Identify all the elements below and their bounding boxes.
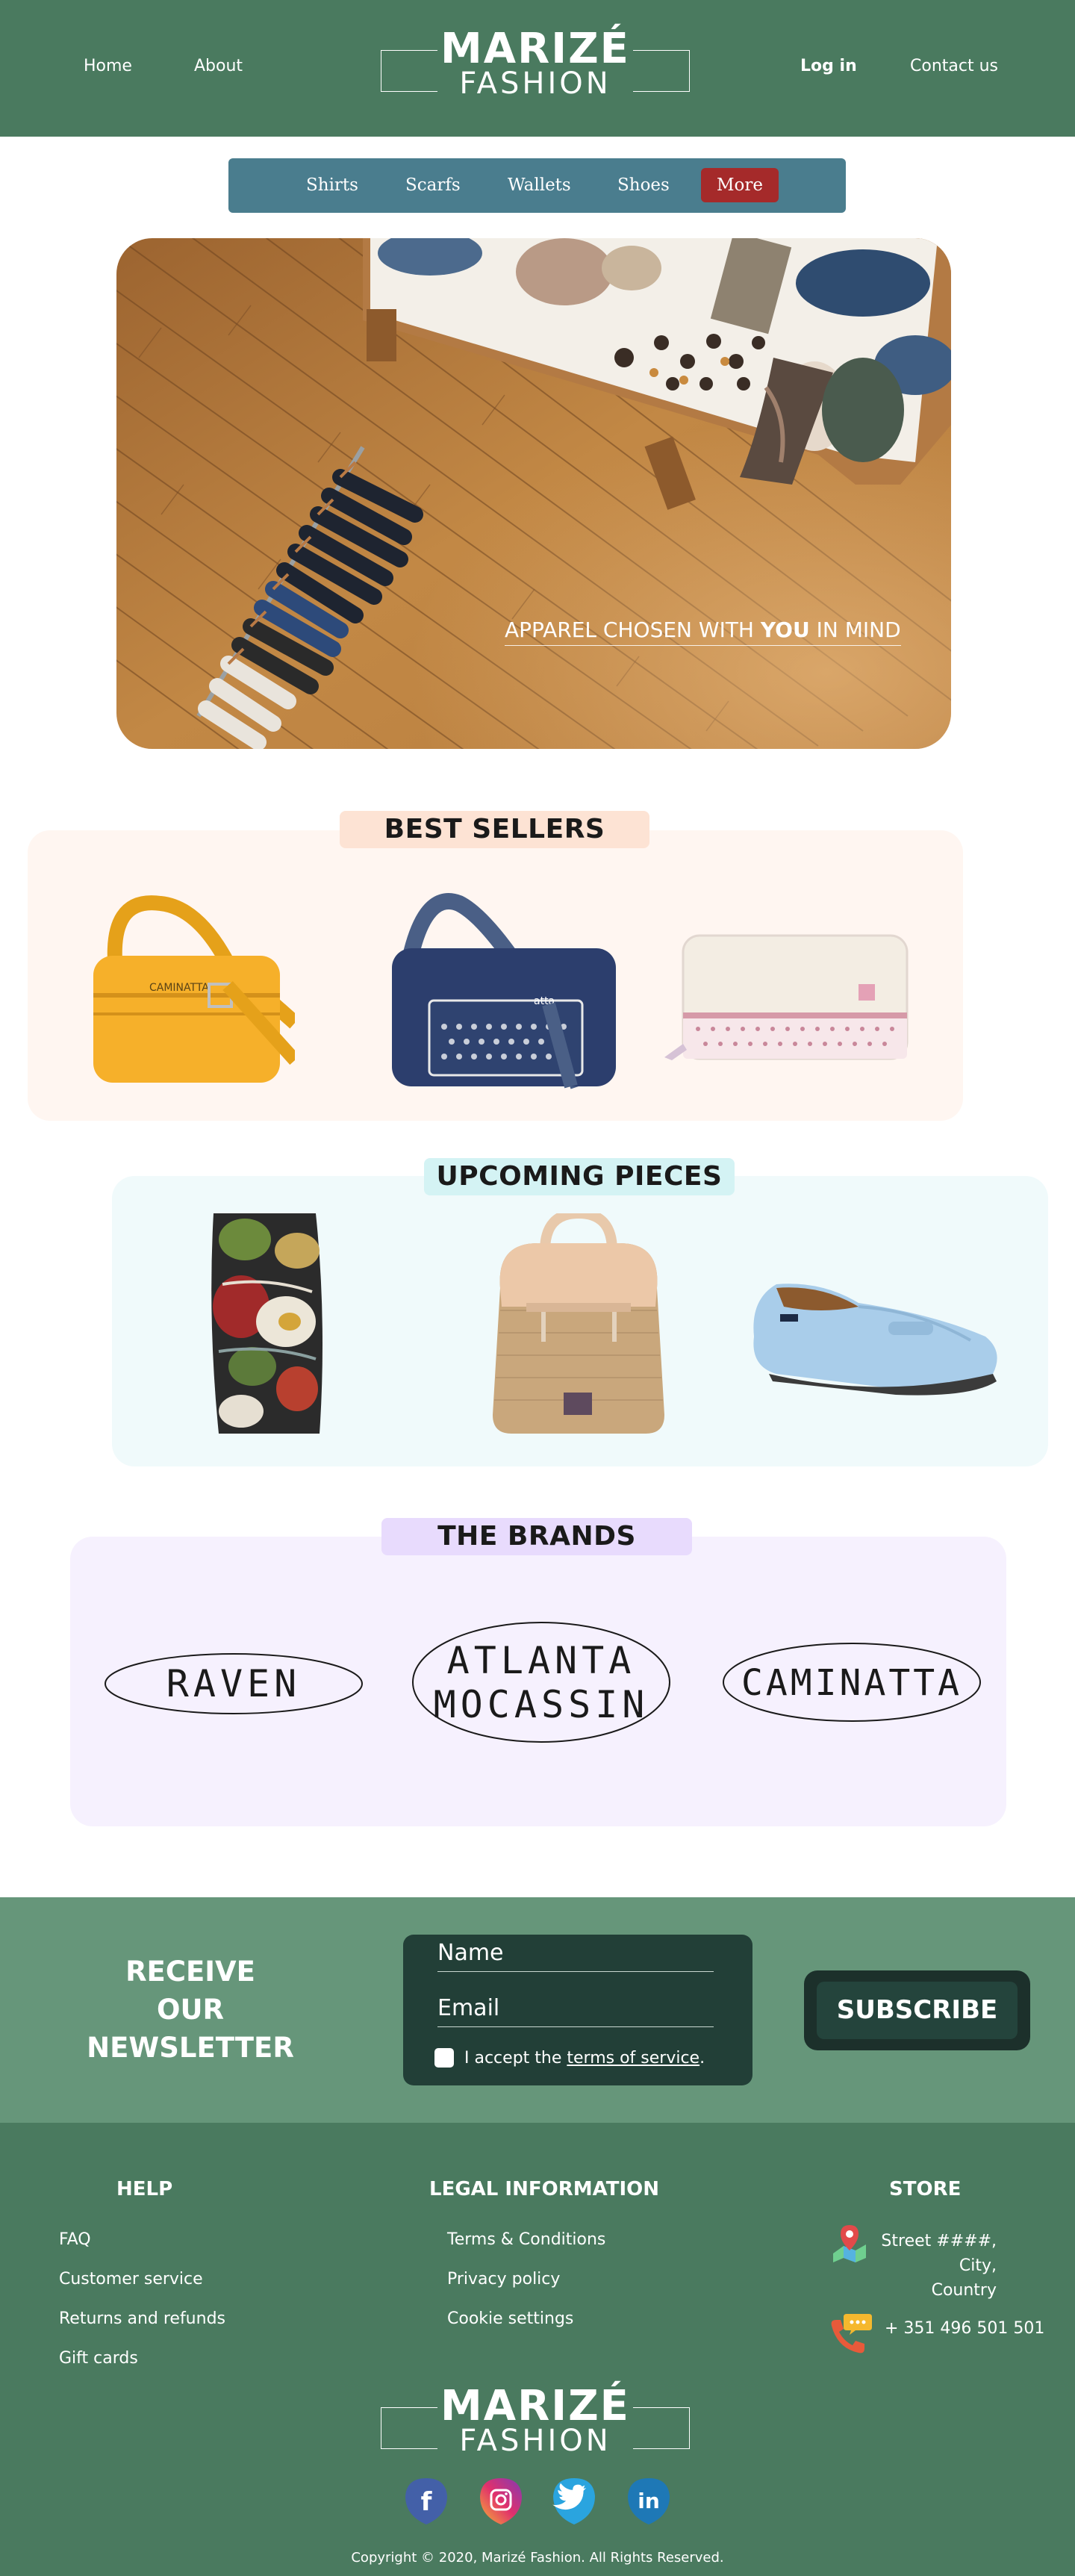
footer-link-privacy[interactable]: Privacy policy	[447, 2270, 560, 2289]
terms-of-service-link[interactable]: terms of service	[567, 2049, 699, 2068]
product-light-blue-loafer[interactable]	[747, 1269, 1004, 1396]
copyright-text: Copyright © 2020, Marizé Fashion. All Ri…	[351, 2550, 724, 2566]
store-address: Street ####, City, Country	[844, 2229, 997, 2303]
footer-logo[interactable]: MARIZÉ FASHION	[381, 2383, 690, 2457]
product-pink-wallet[interactable]	[661, 932, 914, 1070]
newsletter-title-line-1: RECEIVE	[125, 1956, 255, 1988]
newsletter-title-line-3: NEWSLETTER	[87, 2032, 294, 2064]
category-more-button[interactable]: More	[701, 168, 779, 202]
hero-tagline-post: IN MIND	[809, 617, 901, 642]
product-floral-scarf[interactable]	[208, 1210, 327, 1437]
yellow-bag-label: CAMINATTA	[149, 982, 209, 994]
footer-link-gift-cards[interactable]: Gift cards	[59, 2349, 138, 2368]
caminatta-logo-mark: CAMINATTA	[723, 1643, 981, 1722]
category-shoes[interactable]: Shoes	[617, 175, 670, 195]
navy-bag-image: atta	[392, 893, 616, 1089]
newsletter-form: Name Email I accept the terms of service…	[403, 1935, 752, 2085]
svg-text:in: in	[638, 2489, 660, 2513]
newsletter-title-line-2: OUR	[157, 1994, 224, 2026]
subscribe-button[interactable]: SUBSCRIBE	[817, 1982, 1018, 2039]
pink-wallet-image	[664, 934, 909, 1060]
hero-banner: APPAREL CHOSEN WITH YOU IN MIND	[116, 238, 951, 749]
category-scarfs[interactable]: Scarfs	[405, 175, 461, 195]
site-footer: HELP FAQ Customer service Returns and re…	[0, 2123, 1075, 2576]
store-address-city: City,	[959, 2256, 997, 2275]
linkedin-icon[interactable]: in	[622, 2474, 676, 2527]
category-shirts[interactable]: Shirts	[306, 175, 358, 195]
phone-chat-icon	[827, 2312, 872, 2354]
store-address-country: Country	[931, 2281, 997, 2300]
product-yellow-crossbody-bag[interactable]: CAMINATTA	[78, 889, 300, 1090]
nav-home-link[interactable]: Home	[84, 57, 132, 75]
accept-terms-checkbox[interactable]	[434, 2048, 454, 2068]
raven-logo-text: RAVEN	[166, 1662, 302, 1705]
footer-help-title: HELP	[116, 2178, 173, 2200]
woven-backpack-image	[493, 1207, 664, 1434]
footer-link-customer-service[interactable]: Customer service	[59, 2270, 203, 2289]
brands-title: THE BRANDS	[381, 1518, 692, 1555]
brand-caminatta-logo[interactable]: CAMINATTA	[721, 1641, 982, 1723]
login-link[interactable]: Log in	[800, 57, 857, 75]
contact-link[interactable]: Contact us	[910, 57, 998, 75]
svg-text:f: f	[421, 2487, 433, 2517]
newsletter-title: RECEIVE OUR NEWSLETTER	[82, 1953, 299, 2067]
yellow-bag-image: CAMINATTA	[93, 895, 300, 1083]
hero-store-photo	[116, 238, 951, 749]
raven-logo-mark: RAVEN	[105, 1653, 363, 1714]
brand-raven-logo[interactable]: RAVEN	[103, 1650, 364, 1717]
facebook-icon[interactable]: f	[399, 2474, 453, 2527]
store-phone[interactable]: + 351 496 501 501	[885, 2319, 1044, 2338]
footer-link-returns[interactable]: Returns and refunds	[59, 2309, 225, 2328]
floral-scarf-image	[211, 1213, 322, 1434]
store-address-street: Street ####,	[881, 2232, 997, 2250]
footer-logo-subtitle: FASHION	[459, 2424, 611, 2458]
mocassin-logo-text: MOCASSIN	[434, 1683, 649, 1726]
instagram-icon[interactable]	[474, 2474, 528, 2527]
caminatta-logo-text: CAMINATTA	[741, 1662, 962, 1704]
footer-link-cookies[interactable]: Cookie settings	[447, 2309, 573, 2328]
newsletter-section: RECEIVE OUR NEWSLETTER Name Email I acce…	[0, 1897, 1075, 2123]
accept-terms-label: I accept the terms of service.	[464, 2048, 705, 2069]
subscribe-button-frame: SUBSCRIBE	[804, 1970, 1030, 2050]
footer-link-terms[interactable]: Terms & Conditions	[447, 2230, 605, 2249]
product-woven-backpack[interactable]	[485, 1207, 672, 1437]
logo-subtitle: FASHION	[459, 66, 611, 101]
atlanta-logo-mark: ATLANTA MOCASSIN	[412, 1622, 670, 1743]
loafer-image	[753, 1284, 997, 1396]
product-navy-shoulder-bag[interactable]: atta	[377, 892, 623, 1094]
hero-tagline: APPAREL CHOSEN WITH YOU IN MIND	[505, 617, 901, 646]
footer-store-title: STORE	[889, 2178, 962, 2200]
hero-tagline-bold: YOU	[760, 617, 810, 642]
name-field[interactable]: Name	[437, 1938, 714, 1972]
atlanta-logo-text: ATLANTA	[447, 1639, 636, 1682]
footer-link-faq[interactable]: FAQ	[59, 2230, 91, 2249]
category-wallets[interactable]: Wallets	[508, 175, 571, 195]
accept-terms-end: .	[699, 2049, 705, 2068]
best-sellers-title: BEST SELLERS	[340, 811, 649, 848]
twitter-icon[interactable]	[547, 2474, 601, 2527]
brand-atlanta-mocassin-logo[interactable]: ATLANTA MOCASSIN	[411, 1619, 672, 1746]
category-nav: Shirts Scarfs Wallets Shoes More	[228, 158, 846, 213]
site-header: Home About MARIZÉ FASHION Log in Contact…	[0, 0, 1075, 137]
hero-tagline-pre: APPAREL CHOSEN WITH	[505, 617, 761, 642]
email-field[interactable]: Email	[437, 1993, 714, 2027]
site-logo[interactable]: MARIZÉ FASHION	[381, 25, 690, 100]
nav-about-link[interactable]: About	[194, 57, 243, 75]
upcoming-pieces-title: UPCOMING PIECES	[424, 1158, 735, 1195]
accept-terms-text: I accept the	[464, 2049, 567, 2068]
footer-legal-title: LEGAL INFORMATION	[429, 2178, 659, 2200]
